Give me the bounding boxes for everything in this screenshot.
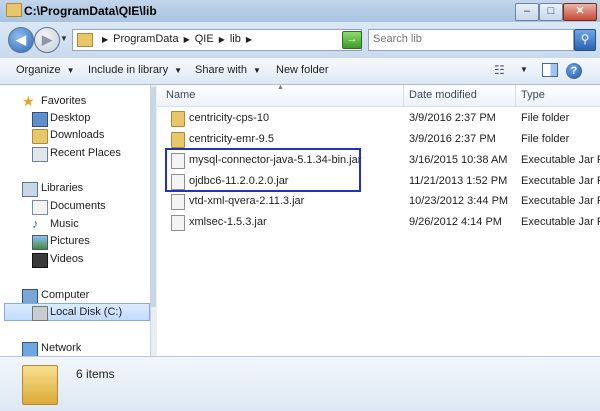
- search-icon: ⚲: [580, 32, 590, 46]
- pictures-icon: [32, 235, 48, 250]
- forward-arrow-icon: ▶: [42, 32, 52, 47]
- downloads-folder-icon: [32, 129, 48, 144]
- breadcrumb-separator-icon: ▶: [102, 35, 109, 44]
- address-bar[interactable]: ▶ProgramData▶QIE▶lib▶ ▼: [72, 29, 362, 51]
- recent-pages-dropdown[interactable]: ▼: [60, 34, 68, 43]
- file-row[interactable]: vtd-xml-qvera-2.11.3.jar 10/23/2012 3:44…: [157, 192, 600, 211]
- music-icon: ♪: [32, 216, 39, 231]
- share-with-menu[interactable]: Share with ▼: [195, 64, 261, 76]
- sidebar-item-recent-places[interactable]: Recent Places: [0, 145, 150, 163]
- jar-file-icon: [171, 194, 185, 210]
- file-row[interactable]: centricity-emr-9.5 3/9/2016 2:37 PM File…: [157, 130, 600, 149]
- file-row[interactable]: xmlsec-1.5.3.jar 9/26/2012 4:14 PM Execu…: [157, 213, 600, 232]
- highlight-annotation-box: [165, 148, 361, 192]
- column-header-type[interactable]: Type: [521, 89, 545, 101]
- column-header-date-modified[interactable]: Date modified: [409, 89, 477, 101]
- forward-button[interactable]: ▶: [34, 27, 60, 53]
- breadcrumb-qie[interactable]: QIE: [195, 33, 214, 45]
- star-icon: ★: [22, 93, 35, 109]
- preview-pane-icon[interactable]: [542, 63, 558, 77]
- item-count: 6 items: [76, 367, 115, 381]
- desktop-icon: [32, 112, 48, 127]
- sidebar-item-local-disk[interactable]: Local Disk (C:): [4, 303, 150, 321]
- breadcrumb-programdata[interactable]: ProgramData: [113, 33, 178, 45]
- view-options-dropdown-icon[interactable]: ▼: [520, 65, 528, 74]
- sidebar-item-documents[interactable]: Documents: [0, 198, 150, 216]
- folder-icon: [171, 132, 185, 148]
- window-title: C:\ProgramData\QIE\lib: [24, 4, 157, 18]
- close-button[interactable]: ✕: [563, 3, 597, 21]
- change-view-icon[interactable]: ☷: [494, 63, 505, 77]
- drive-icon: [32, 306, 48, 321]
- help-icon[interactable]: ?: [566, 63, 582, 79]
- file-list: ▲ Name Date modified Type centricity-cps…: [157, 84, 600, 356]
- column-divider[interactable]: [403, 85, 404, 106]
- search-input[interactable]: [373, 32, 553, 46]
- refresh-button[interactable]: →: [342, 31, 362, 49]
- file-row[interactable]: centricity-cps-10 3/9/2016 2:37 PM File …: [157, 109, 600, 128]
- maximize-button[interactable]: □: [539, 3, 563, 21]
- details-pane: 6 items: [0, 356, 600, 411]
- breadcrumb-separator-icon[interactable]: ▶: [246, 35, 252, 44]
- folder-icon: [77, 33, 93, 47]
- jar-file-icon: [171, 215, 185, 231]
- sidebar-item-videos[interactable]: Videos: [0, 251, 150, 269]
- navigation-pane: ★ Favorites Desktop Downloads Recent Pla…: [0, 85, 150, 357]
- folder-icon: [6, 3, 22, 17]
- breadcrumb-separator-icon[interactable]: ▶: [219, 35, 225, 44]
- minimize-button[interactable]: –: [515, 3, 539, 21]
- column-header-row: ▲ Name Date modified Type: [157, 84, 600, 107]
- navigation-bar: ◀ ▶ ▼ ▶ProgramData▶QIE▶lib▶ ▼ → ⚲: [0, 22, 600, 58]
- computer-icon: [22, 289, 38, 304]
- folder-icon: [22, 365, 58, 405]
- breadcrumb-separator-icon[interactable]: ▶: [184, 35, 190, 44]
- recent-places-icon: [32, 147, 48, 162]
- column-header-name[interactable]: Name: [166, 89, 195, 101]
- sidebar-item-downloads[interactable]: Downloads: [0, 127, 150, 145]
- scrollbar-thumb[interactable]: [151, 87, 156, 307]
- refresh-icon: →: [346, 33, 358, 45]
- breadcrumb: ▶ ProgramData ▶ QIE ▶ lib ▶: [97, 33, 257, 45]
- network-icon: [22, 342, 38, 357]
- column-divider[interactable]: [515, 85, 516, 106]
- sidebar-item-libraries[interactable]: Libraries: [0, 180, 150, 198]
- new-folder-button[interactable]: New folder: [276, 64, 329, 76]
- sort-ascending-icon: ▲: [277, 84, 284, 91]
- search-button[interactable]: ⚲: [574, 29, 596, 51]
- sidebar-item-favorites[interactable]: ★ Favorites: [0, 93, 150, 111]
- videos-icon: [32, 253, 48, 268]
- title-bar: C:\ProgramData\QIE\lib – □ ✕: [0, 0, 600, 22]
- sidebar-item-desktop[interactable]: Desktop: [0, 110, 150, 128]
- documents-icon: [32, 200, 48, 215]
- include-in-library-menu[interactable]: Include in library ▼: [88, 64, 182, 76]
- back-button[interactable]: ◀: [8, 27, 34, 53]
- back-arrow-icon: ◀: [16, 32, 26, 47]
- search-box[interactable]: [368, 29, 574, 51]
- organize-menu[interactable]: Organize ▼: [16, 64, 75, 76]
- breadcrumb-lib[interactable]: lib: [230, 33, 241, 45]
- command-bar: Organize ▼ Include in library ▼ Share with…: [0, 58, 600, 85]
- explorer-window: C:\ProgramData\QIE\lib – □ ✕ ◀ ▶ ▼ ▶ Prog…: [0, 0, 600, 411]
- navigation-scrollbar[interactable]: [150, 85, 157, 356]
- sidebar-item-pictures[interactable]: Pictures: [0, 233, 150, 251]
- sidebar-item-music[interactable]: ♪ Music: [0, 216, 150, 234]
- libraries-icon: [22, 182, 38, 197]
- folder-icon: [171, 111, 185, 127]
